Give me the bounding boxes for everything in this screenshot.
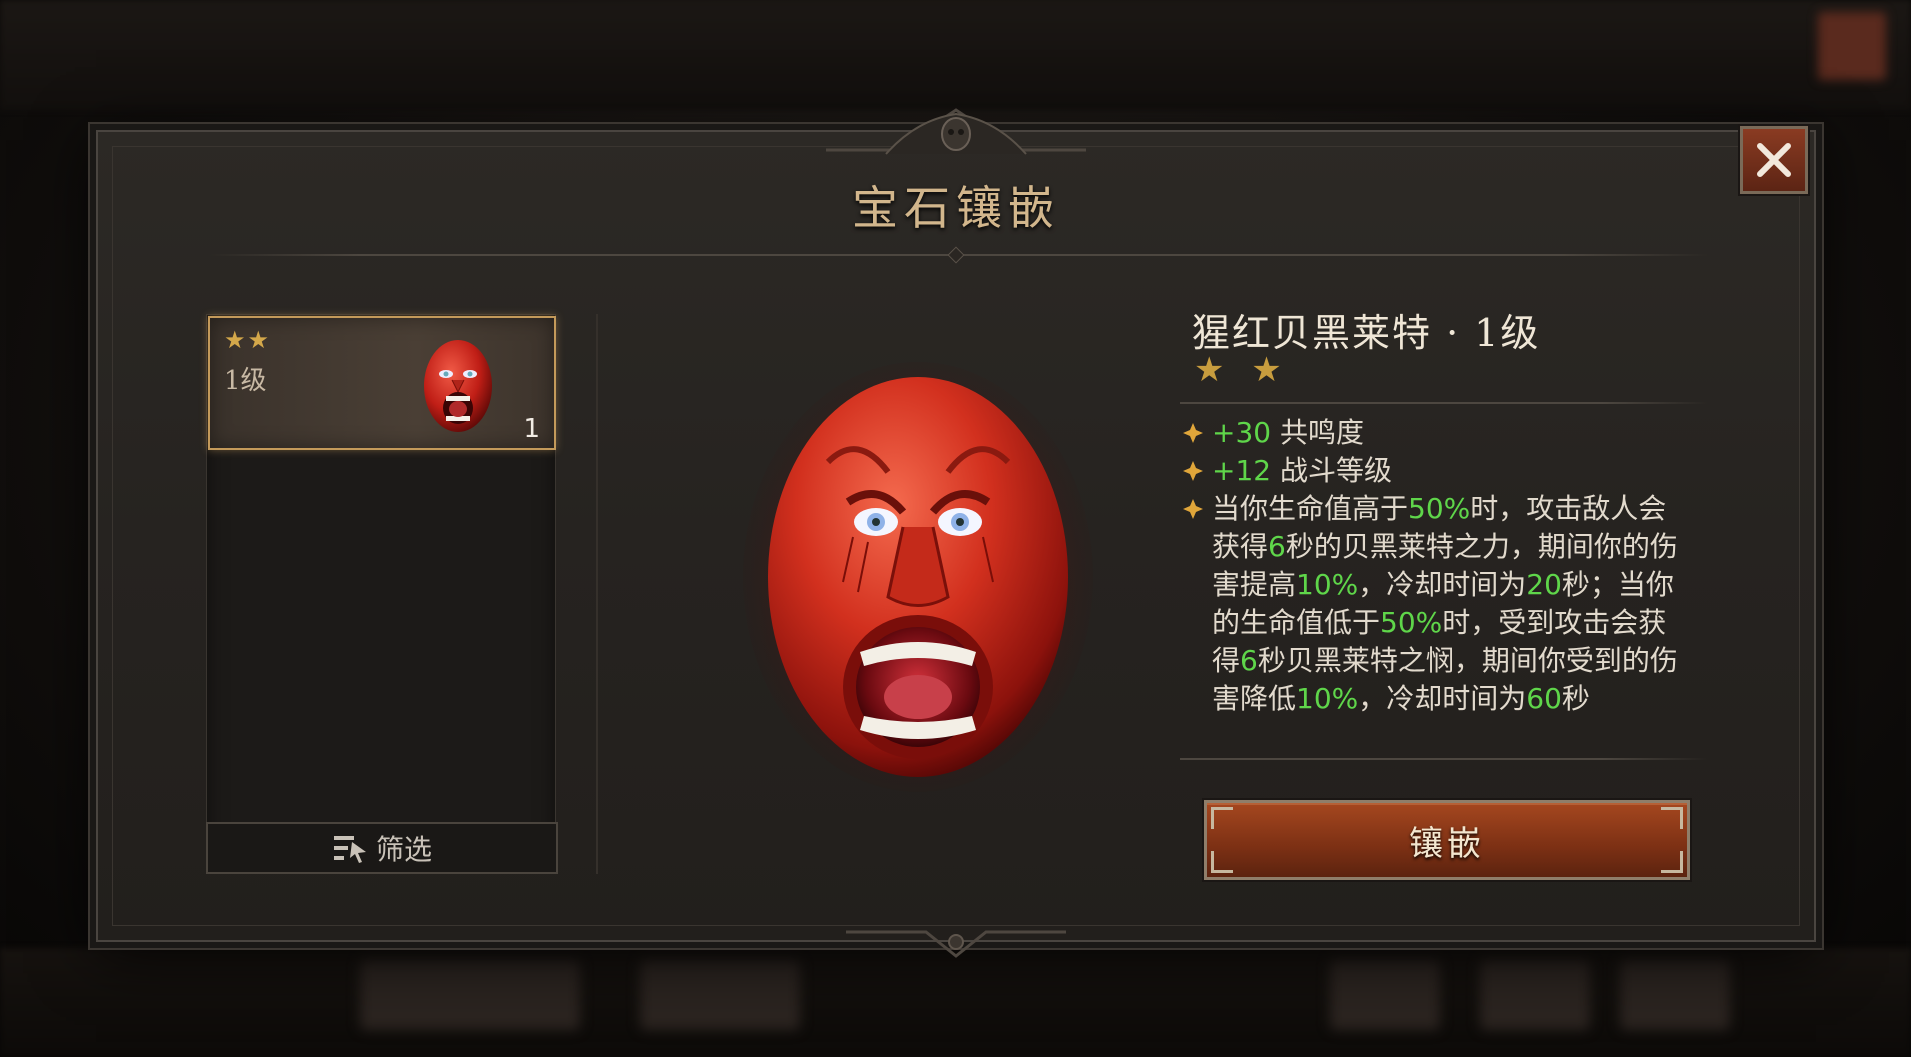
button-corner [1661,807,1683,829]
attribute-label: 共鸣度 [1271,416,1364,449]
effect-text: 秒 [1561,682,1590,715]
effect-value: 6 [1268,530,1286,563]
background-tab [1620,960,1730,1030]
effect-value: 50% [1380,606,1443,639]
skull-ornament-icon [826,108,1086,155]
gem-attributes-list[interactable]: +30 共鸣度 +12 战斗等级 当你生命值高于50%时，攻击敌人会获得6秒的贝… [1180,414,1708,750]
crimson-gem-icon-large [743,362,1093,792]
background-topbar [0,0,1911,110]
gem-card-stars: ★★ [224,326,272,354]
attribute-row: +12 战斗等级 [1180,452,1708,490]
gem-card-count: 1 [523,414,540,444]
bottom-ornament-icon [846,930,1066,958]
gem-card-level: 1级 [224,366,267,396]
background-tab [640,960,800,1030]
effect-value: 50% [1408,492,1471,525]
gem-stars: ★ ★ [1194,350,1290,390]
gem-inlay-dialog: 宝石镶嵌 ★★ 1级 1 筛选 猩红贝黑莱特 · 1级 ★ ★ +30 共鸣度 … [96,108,1816,958]
filter-label: 筛选 [375,833,432,866]
attribute-value: +30 [1212,416,1272,449]
background-tab [1480,960,1590,1030]
crimson-gem-icon [424,340,492,432]
diamond-bullet-icon [1180,490,1206,528]
background-tab [1330,960,1440,1030]
inlay-button[interactable]: 镶嵌 [1204,800,1690,880]
close-icon [1757,143,1791,177]
effect-row: 当你生命值高于50%时，攻击敌人会获得6秒的贝黑莱特之力，期间你的伤害提高10%… [1180,490,1708,718]
effect-text: ，冷却时间为 [1358,568,1527,601]
effect-text: 当你生命值高于 [1212,492,1409,525]
diamond-bullet-icon [1180,414,1206,452]
effect-text: ，冷却时间为 [1358,682,1527,715]
effect-value: 60 [1526,682,1562,715]
effect-value: 10% [1296,682,1359,715]
detail-divider [1180,758,1708,760]
attribute-label: 战斗等级 [1271,454,1392,487]
inlay-button-label: 镶嵌 [1409,823,1485,864]
dialog-title: 宝石镶嵌 [852,181,1060,235]
panel-divider [596,314,598,874]
effect-value: 6 [1240,644,1258,677]
detail-divider [1180,402,1708,404]
attribute-value: +12 [1212,454,1272,487]
button-corner [1211,851,1233,873]
attribute-row: +30 共鸣度 [1180,414,1708,452]
effect-description: 当你生命值高于50%时，攻击敌人会获得6秒的贝黑莱特之力，期间你的伤害提高10%… [1212,490,1692,718]
background-close-button [1818,12,1886,80]
close-button[interactable] [1740,126,1808,194]
background-tab [360,960,580,1030]
button-corner [1661,851,1683,873]
button-corner [1211,807,1233,829]
diamond-bullet-icon [1180,452,1206,490]
effect-value: 20 [1526,568,1562,601]
filter-button[interactable]: 筛选 [206,822,558,874]
filter-list-icon [333,836,366,863]
effect-value: 10% [1296,568,1359,601]
gem-list-item[interactable]: ★★ 1级 1 [208,316,556,450]
gem-name: 猩红贝黑莱特 · 1级 [1192,311,1541,355]
